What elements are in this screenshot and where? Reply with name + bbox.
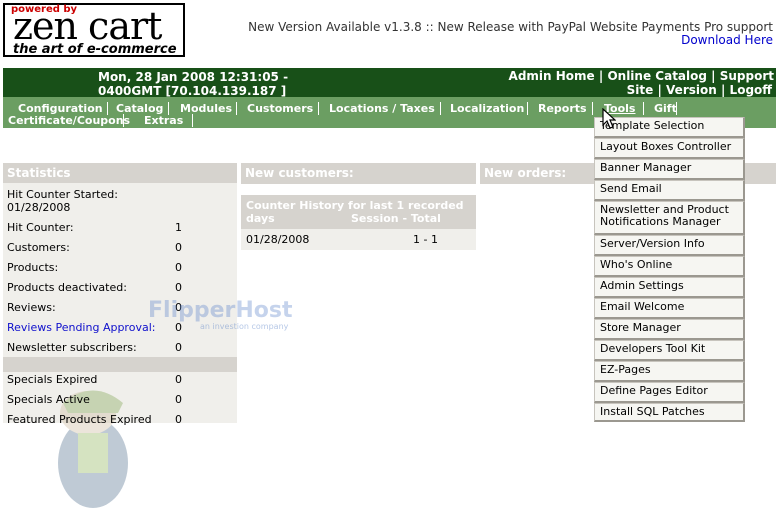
header-date-line1: Mon, 28 Jan 2008 12:31:05 - bbox=[98, 70, 289, 84]
stat-label: 01/28/2008 bbox=[7, 201, 71, 214]
tools-item-whos-online[interactable]: Who's Online bbox=[594, 256, 745, 277]
header-links-row1: Admin Home | Online Catalog | Support bbox=[509, 69, 774, 83]
menu-modules[interactable]: Modules bbox=[180, 102, 232, 115]
new-customers-header: New customers: bbox=[241, 163, 476, 184]
logoff-link[interactable]: Logoff bbox=[730, 83, 772, 97]
stat-value: 0 bbox=[175, 261, 182, 274]
stat-label: Featured Products Expired bbox=[7, 413, 152, 426]
version-message: New Version Available v1.3.8 :: New Rele… bbox=[248, 20, 773, 34]
tools-item-layout-boxes[interactable]: Layout Boxes Controller bbox=[594, 138, 745, 159]
mouse-cursor-icon bbox=[602, 108, 616, 129]
header-links-row2: Site | Version | Logoff bbox=[627, 83, 772, 97]
logo-brand: zen cart bbox=[13, 4, 162, 48]
stat-value: 1 bbox=[175, 221, 182, 234]
zencart-logo[interactable]: powered by zen cart the art of e-commerc… bbox=[3, 3, 185, 57]
tools-item-server-info[interactable]: Server/Version Info bbox=[594, 235, 745, 256]
version-link[interactable]: Version bbox=[666, 83, 717, 97]
menu-separator bbox=[440, 102, 441, 115]
menu-certificate-coupons[interactable]: Certificate/Coupons bbox=[8, 114, 130, 127]
menu-extras[interactable]: Extras bbox=[144, 114, 183, 127]
menu-gift[interactable]: Gift bbox=[654, 102, 677, 115]
tools-item-admin-settings[interactable]: Admin Settings bbox=[594, 277, 745, 298]
header-bar: Mon, 28 Jan 2008 12:31:05 - 0400GMT [70.… bbox=[3, 68, 776, 98]
stat-label: Specials Expired bbox=[7, 373, 98, 386]
tools-item-newsletter-manager[interactable]: Newsletter and Product Notifications Man… bbox=[594, 201, 745, 235]
flipperhost-watermark-sub: an investion company bbox=[200, 322, 289, 331]
tools-item-developers-tool-kit[interactable]: Developers Tool Kit bbox=[594, 340, 745, 361]
stat-value: 0 bbox=[175, 341, 182, 354]
tools-item-ez-pages[interactable]: EZ-Pages bbox=[594, 361, 745, 382]
logo-tagline: the art of e-commerce bbox=[13, 42, 177, 57]
tools-item-install-sql-patches[interactable]: Install SQL Patches bbox=[594, 403, 745, 422]
reviews-pending-link[interactable]: Reviews Pending Approval: bbox=[7, 321, 155, 334]
site-link[interactable]: Site bbox=[627, 83, 654, 97]
stat-label: Newsletter subscribers: bbox=[7, 341, 137, 354]
stat-label: Reviews: bbox=[7, 301, 56, 314]
stat-value: 0 bbox=[175, 281, 182, 294]
stat-label: Specials Active bbox=[7, 393, 90, 406]
download-link[interactable]: Download Here bbox=[681, 33, 773, 47]
menu-separator bbox=[643, 102, 644, 115]
counter-history-col: Session - Total bbox=[351, 212, 441, 225]
tools-item-banner-manager[interactable]: Banner Manager bbox=[594, 159, 745, 180]
online-catalog-link[interactable]: Online Catalog bbox=[607, 69, 707, 83]
menu-separator bbox=[676, 102, 677, 115]
menu-separator bbox=[318, 102, 319, 115]
stat-value: 0 bbox=[175, 241, 182, 254]
statistics-header: Statistics bbox=[3, 163, 237, 183]
menu-separator bbox=[192, 114, 193, 127]
tools-item-store-manager[interactable]: Store Manager bbox=[594, 319, 745, 340]
stat-value: 0 bbox=[175, 373, 182, 386]
tools-item-email-welcome[interactable]: Email Welcome bbox=[594, 298, 745, 319]
tools-item-define-pages-editor[interactable]: Define Pages Editor bbox=[594, 382, 745, 403]
stat-label: Customers: bbox=[7, 241, 70, 254]
stat-label: Products: bbox=[7, 261, 59, 274]
header-separator: | bbox=[657, 83, 662, 97]
counter-history-panel: Counter History for last 1 recorded days… bbox=[241, 195, 476, 250]
tools-item-send-email[interactable]: Send Email bbox=[594, 180, 745, 201]
menu-separator bbox=[123, 114, 124, 127]
menu-separator bbox=[236, 102, 237, 115]
stat-label: Hit Counter: bbox=[7, 221, 74, 234]
stat-label: Products deactivated: bbox=[7, 281, 127, 294]
counter-value: 1 - 1 bbox=[413, 233, 438, 246]
menu-separator bbox=[592, 102, 593, 115]
stat-value: 0 bbox=[175, 393, 182, 406]
header-separator: | bbox=[720, 83, 726, 97]
support-link[interactable]: Support bbox=[720, 69, 774, 83]
menu-locations-taxes[interactable]: Locations / Taxes bbox=[329, 102, 435, 115]
flipperhost-watermark: FlipperHost bbox=[148, 298, 293, 323]
menu-reports[interactable]: Reports bbox=[538, 102, 587, 115]
counter-date: 01/28/2008 bbox=[246, 233, 310, 246]
admin-home-link[interactable]: Admin Home bbox=[509, 69, 595, 83]
stat-divider bbox=[3, 357, 237, 372]
header-separator: | bbox=[598, 69, 604, 83]
menu-localization[interactable]: Localization bbox=[450, 102, 524, 115]
menu-separator bbox=[527, 102, 528, 115]
header-date-line2: 0400GMT [70.104.139.187 ] bbox=[98, 84, 287, 98]
stat-value: 0 bbox=[175, 413, 182, 426]
stat-label: Hit Counter Started: bbox=[7, 188, 118, 201]
header-separator: | bbox=[711, 69, 716, 83]
menu-customers[interactable]: Customers bbox=[247, 102, 313, 115]
tools-item-template-selection[interactable]: Template Selection bbox=[594, 117, 745, 138]
header-date: Mon, 28 Jan 2008 12:31:05 - 0400GMT [70.… bbox=[98, 70, 288, 98]
